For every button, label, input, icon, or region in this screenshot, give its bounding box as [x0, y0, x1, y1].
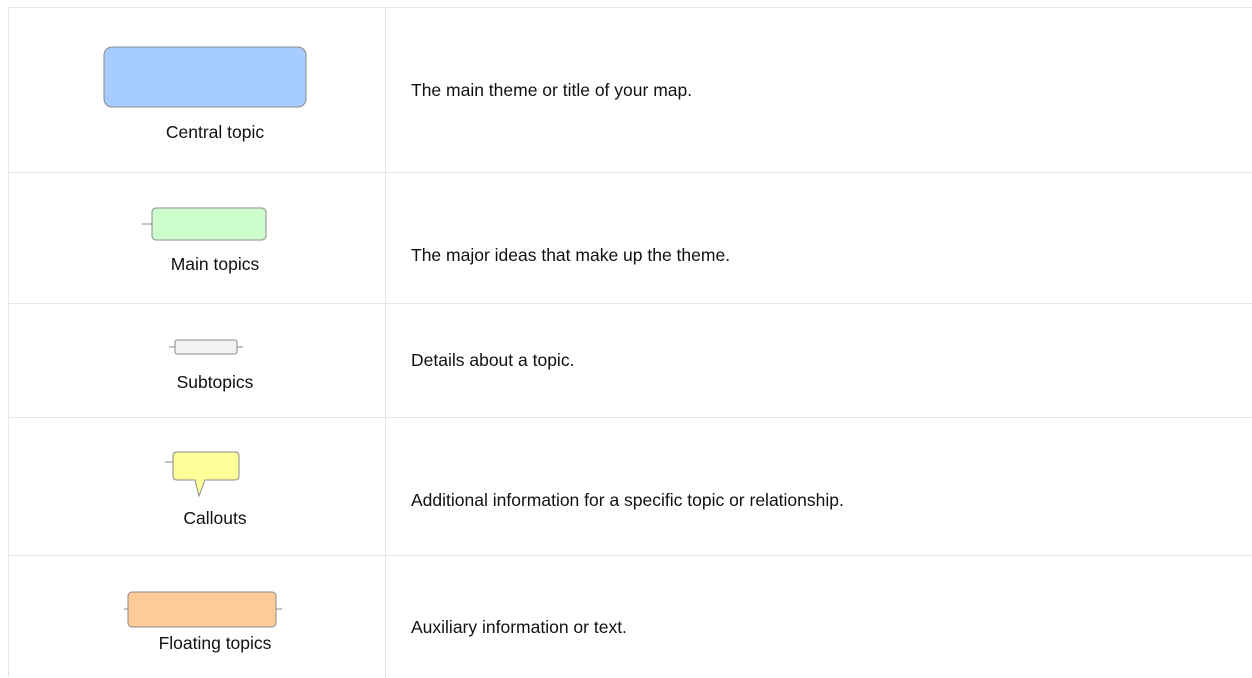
legend-description: Details about a topic. — [411, 350, 575, 370]
topic-legend-table: Central topic The main theme or title of… — [8, 7, 1252, 678]
legend-description: The major ideas that make up the theme. — [411, 245, 731, 265]
main-topic-shape-icon — [142, 207, 267, 241]
legend-label: Callouts — [183, 508, 247, 528]
legend-row-callouts: Callouts Additional information for a sp… — [9, 417, 1252, 555]
central-topic-shape-icon — [103, 46, 307, 108]
legend-label: Subtopics — [176, 372, 254, 392]
legend-description: Auxiliary information or text. — [411, 617, 627, 637]
legend-description: The main theme or title of your map. — [411, 80, 693, 100]
legend-description: Additional information for a specific to… — [411, 490, 844, 510]
callout-shape-icon — [165, 451, 240, 498]
floating-topic-shape-icon — [124, 591, 282, 628]
subtopic-shape-icon — [169, 339, 243, 355]
legend-row-main-topics: Main topics The major ideas that make up… — [9, 172, 1252, 303]
legend-row-central-topic: Central topic The main theme or title of… — [9, 8, 1252, 172]
legend-label: Main topics — [170, 254, 260, 274]
legend-row-floating-topics: Floating topics Auxiliary information or… — [9, 555, 1252, 678]
legend-row-subtopics: Subtopics Details about a topic. — [9, 303, 1252, 417]
legend-label: Floating topics — [158, 633, 272, 653]
legend-label: Central topic — [165, 122, 265, 142]
